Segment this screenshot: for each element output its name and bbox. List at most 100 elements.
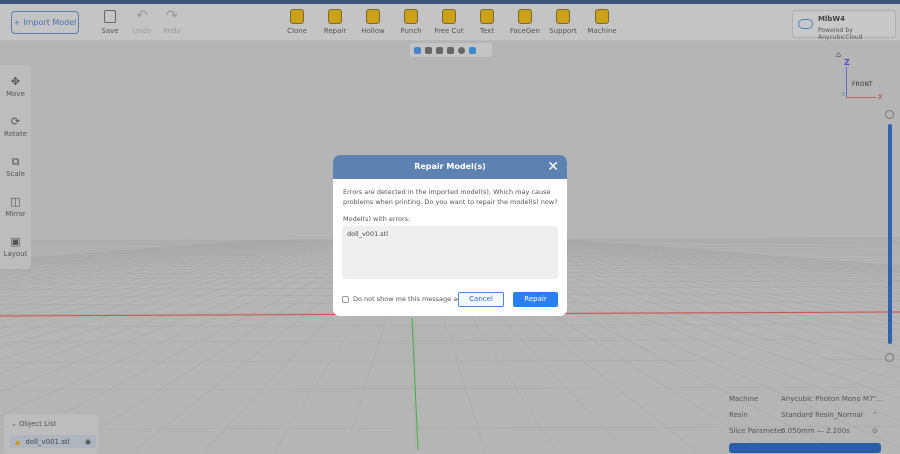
- tool-label: Rotate: [4, 130, 27, 138]
- support-icon: [555, 8, 571, 24]
- machine-icon: [594, 8, 610, 24]
- resin-row[interactable]: Resin Standard Resin_Normal ⌃: [729, 411, 889, 427]
- layer-slider-bottom-button[interactable]: [885, 353, 894, 362]
- view-mode-bar: [410, 43, 492, 57]
- tool-layout-button[interactable]: ▣ Layout: [0, 225, 31, 265]
- dialog-message: Errors are detected in the imported mode…: [343, 188, 558, 206]
- tool-facegen-button[interactable]: FaceGen: [507, 8, 543, 35]
- tool-hollow-button[interactable]: Hollow: [355, 8, 391, 35]
- punch-icon: [403, 8, 419, 24]
- dialog-header: Repair Model(s) ✕: [333, 155, 567, 179]
- select-view-icon[interactable]: [447, 46, 454, 54]
- tool-move-button[interactable]: ✥ Move: [0, 65, 31, 105]
- slice-parameter-value: 0.050mm — 2.200s: [781, 427, 850, 435]
- object-list-title: Object List: [19, 420, 57, 428]
- settings-icon[interactable]: ⊙: [872, 427, 878, 435]
- tool-label: FaceGen: [510, 27, 540, 35]
- redo-button[interactable]: ↷ Redo: [154, 8, 190, 35]
- dont-show-again-checkbox[interactable]: Do not show me this message again: [342, 295, 471, 303]
- move-icon: ✥: [10, 75, 21, 88]
- cancel-button[interactable]: Cancel: [458, 292, 504, 307]
- resin-label: Resin: [729, 411, 748, 419]
- free-cut-icon: [441, 8, 457, 24]
- undo-icon: ↶: [136, 8, 148, 24]
- dialog-title: Repair Model(s): [414, 162, 486, 171]
- grid-line: [0, 386, 900, 391]
- solid-view-icon[interactable]: [425, 46, 432, 54]
- redo-icon: ↷: [166, 8, 178, 24]
- undo-label: Undo: [132, 27, 152, 35]
- tool-label: Support: [549, 27, 577, 35]
- repair-button[interactable]: Repair: [513, 292, 558, 307]
- resin-value: Standard Resin_Normal: [781, 411, 863, 419]
- slice-parameter-label: Slice Parameter: [729, 427, 785, 435]
- clone-icon: [289, 8, 305, 24]
- tool-machine-button[interactable]: Machine: [584, 8, 620, 35]
- layer-slider[interactable]: [888, 124, 892, 344]
- slice-button[interactable]: [729, 443, 881, 453]
- error-models-label: Model(s) with errors:: [343, 215, 411, 223]
- chevron-up-icon[interactable]: ⌃: [872, 395, 878, 403]
- sphere-view-icon[interactable]: [458, 46, 465, 54]
- z-axis: [846, 67, 847, 97]
- import-model-button[interactable]: + Import Model: [11, 11, 79, 34]
- chevron-up-icon[interactable]: ⌃: [872, 411, 878, 419]
- home-icon[interactable]: ⌂: [836, 50, 841, 59]
- print-properties: Machine Anycubic Photon Mono M7 ... ⌃ Resi…: [729, 395, 889, 443]
- eye-icon[interactable]: ◉: [85, 438, 91, 446]
- repair-icon: [327, 8, 343, 24]
- grid-line: [0, 339, 900, 343]
- view-reset-icon[interactable]: [414, 46, 421, 54]
- tool-label: Move: [6, 90, 25, 98]
- tool-label: Layout: [3, 250, 28, 258]
- tool-clone-button[interactable]: Clone: [279, 8, 315, 35]
- close-icon[interactable]: ✕: [547, 155, 559, 179]
- repair-models-dialog: Repair Model(s) ✕ Errors are detected in …: [333, 155, 567, 316]
- y-axis-label: Y: [842, 92, 846, 98]
- grid-line: [0, 359, 900, 363]
- orientation-gizmo[interactable]: ⌂ Z FRONT X Y: [836, 50, 896, 112]
- tool-support-button[interactable]: Support: [545, 8, 581, 35]
- left-toolbar: ✥ Move ⟳ Rotate ⧉ Scale ◫ Mirror ▣ Layout: [0, 65, 31, 269]
- object-name: doll_v001.stl: [25, 437, 70, 446]
- checkbox-label: Do not show me this message again: [353, 295, 472, 303]
- account-card[interactable]: MlbW4 Powered by AnycubicCloud: [792, 10, 896, 41]
- text-icon: [479, 8, 495, 24]
- save-icon: [102, 8, 118, 24]
- object-list-header[interactable]: ⌄ Object List: [4, 414, 98, 428]
- tool-scale-button[interactable]: ⧉ Scale: [0, 145, 31, 185]
- tool-free-cut-button[interactable]: Free Cut: [431, 8, 467, 35]
- layout-icon: ▣: [10, 235, 21, 248]
- machine-label: Machine: [729, 395, 759, 403]
- tool-repair-button[interactable]: Repair: [317, 8, 353, 35]
- save-button[interactable]: Save: [92, 8, 128, 35]
- tool-mirror-button[interactable]: ◫ Mirror: [0, 185, 31, 225]
- tool-label: Free Cut: [434, 27, 464, 35]
- layer-slider-top-button[interactable]: [885, 110, 894, 119]
- tool-label: Machine: [587, 27, 617, 35]
- tool-rotate-button[interactable]: ⟳ Rotate: [0, 105, 31, 145]
- cloud-icon: [798, 19, 813, 29]
- tool-label: Mirror: [5, 210, 26, 218]
- machine-row[interactable]: Machine Anycubic Photon Mono M7 ... ⌃: [729, 395, 889, 411]
- machine-value: Anycubic Photon Mono M7 ...: [781, 395, 883, 403]
- color-view-icon[interactable]: [469, 46, 476, 54]
- redo-label: Redo: [163, 27, 181, 35]
- object-list-panel: ⌄ Object List ▲ doll_v001.stl ◉: [4, 414, 98, 454]
- hollow-icon: [365, 8, 381, 24]
- toolbar: + Import Model Save ↶ Undo ↷ Redo Clone Repa…: [0, 4, 900, 41]
- front-face-label: FRONT: [852, 81, 873, 88]
- object-list-item[interactable]: ▲ doll_v001.stl ◉: [10, 435, 96, 448]
- wireframe-view-icon[interactable]: [436, 46, 443, 54]
- plus-icon: +: [13, 18, 21, 27]
- tool-text-button[interactable]: Text: [469, 8, 505, 35]
- checkbox[interactable]: [342, 295, 349, 303]
- slice-parameter-row[interactable]: Slice Parameter 0.050mm — 2.200s ⊙: [729, 427, 889, 443]
- scale-icon: ⧉: [11, 155, 20, 168]
- error-models-list: doll_v001.stl: [342, 226, 558, 279]
- import-label: Import Model: [23, 18, 77, 27]
- account-subtitle: Powered by AnycubicCloud: [818, 27, 863, 41]
- tool-punch-button[interactable]: Punch: [393, 8, 429, 35]
- warning-icon: ▲: [15, 437, 21, 446]
- x-axis-label: X: [878, 93, 883, 101]
